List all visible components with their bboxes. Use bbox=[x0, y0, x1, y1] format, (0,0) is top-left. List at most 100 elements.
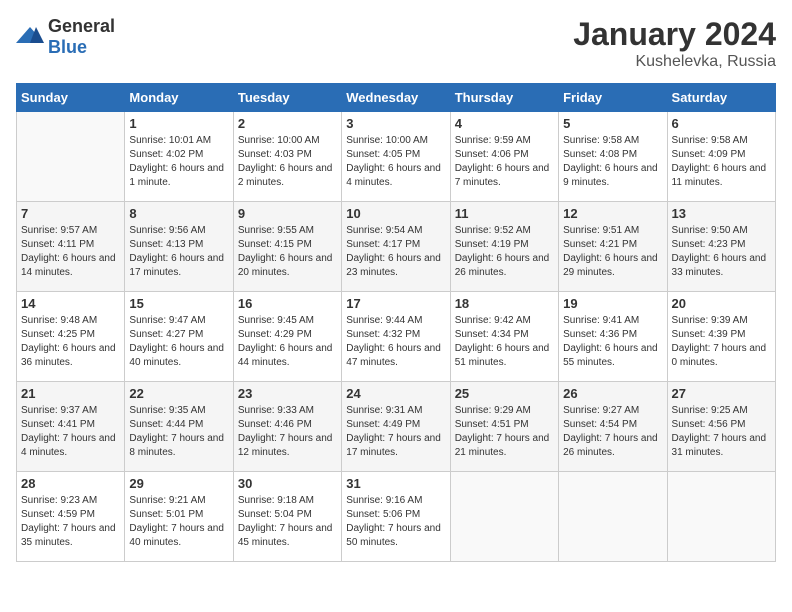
day-cell: 29 Sunrise: 9:21 AMSunset: 5:01 PMDayligh… bbox=[125, 472, 233, 562]
day-cell: 4 Sunrise: 9:59 AMSunset: 4:06 PMDaylight… bbox=[450, 112, 558, 202]
logo-icon bbox=[16, 25, 44, 45]
day-info: Sunrise: 9:51 AMSunset: 4:21 PMDaylight:… bbox=[563, 224, 662, 280]
weekday-header-sunday: Sunday bbox=[17, 84, 125, 112]
day-cell: 3 Sunrise: 10:00 AMSunset: 4:05 PMDayligh… bbox=[342, 112, 450, 202]
day-info: Sunrise: 9:21 AMSunset: 5:01 PMDaylight:… bbox=[129, 494, 228, 550]
day-info: Sunrise: 9:58 AMSunset: 4:08 PMDaylight:… bbox=[563, 134, 662, 190]
day-info: Sunrise: 9:31 AMSunset: 4:49 PMDaylight:… bbox=[346, 404, 445, 460]
day-info: Sunrise: 9:54 AMSunset: 4:17 PMDaylight:… bbox=[346, 224, 445, 280]
day-cell: 11 Sunrise: 9:52 AMSunset: 4:19 PMDayligh… bbox=[450, 202, 558, 292]
day-cell: 5 Sunrise: 9:58 AMSunset: 4:08 PMDaylight… bbox=[559, 112, 667, 202]
day-info: Sunrise: 9:42 AMSunset: 4:34 PMDaylight:… bbox=[455, 314, 554, 370]
day-cell: 8 Sunrise: 9:56 AMSunset: 4:13 PMDaylight… bbox=[125, 202, 233, 292]
day-cell: 1Sunrise: 10:01 AMSunset: 4:02 PMDayligh… bbox=[125, 112, 233, 202]
day-cell: 18 Sunrise: 9:42 AMSunset: 4:34 PMDayligh… bbox=[450, 292, 558, 382]
logo: General Blue bbox=[16, 16, 115, 58]
day-info: Sunrise: 9:48 AMSunset: 4:25 PMDaylight:… bbox=[21, 314, 120, 370]
weekday-header-thursday: Thursday bbox=[450, 84, 558, 112]
day-cell: 27 Sunrise: 9:25 AMSunset: 4:56 PMDayligh… bbox=[667, 382, 775, 472]
title-area: January 2024 Kushelevka, Russia bbox=[573, 16, 776, 71]
day-number: 6 bbox=[672, 116, 771, 131]
logo-blue: Blue bbox=[48, 37, 87, 57]
day-number: 29 bbox=[129, 476, 228, 491]
day-cell: 24 Sunrise: 9:31 AMSunset: 4:49 PMDayligh… bbox=[342, 382, 450, 472]
day-cell bbox=[559, 472, 667, 562]
day-info: Sunrise: 9:47 AMSunset: 4:27 PMDaylight:… bbox=[129, 314, 228, 370]
day-info: Sunrise: 9:23 AMSunset: 4:59 PMDaylight:… bbox=[21, 494, 120, 550]
day-cell: 21 Sunrise: 9:37 AMSunset: 4:41 PMDayligh… bbox=[17, 382, 125, 472]
day-cell: 23 Sunrise: 9:33 AMSunset: 4:46 PMDayligh… bbox=[233, 382, 341, 472]
location-title: Kushelevka, Russia bbox=[573, 53, 776, 71]
day-info: Sunrise: 9:27 AMSunset: 4:54 PMDaylight:… bbox=[563, 404, 662, 460]
day-info: Sunrise: 9:37 AMSunset: 4:41 PMDaylight:… bbox=[21, 404, 120, 460]
day-cell: 14 Sunrise: 9:48 AMSunset: 4:25 PMDayligh… bbox=[17, 292, 125, 382]
day-cell: 20 Sunrise: 9:39 AMSunset: 4:39 PMDayligh… bbox=[667, 292, 775, 382]
day-cell: 31Sunrise: 9:16 AMSunset: 5:06 PMDayligh… bbox=[342, 472, 450, 562]
day-cell: 16 Sunrise: 9:45 AMSunset: 4:29 PMDayligh… bbox=[233, 292, 341, 382]
day-info: Sunrise: 9:45 AMSunset: 4:29 PMDaylight:… bbox=[238, 314, 337, 370]
day-info: Sunrise: 9:39 AMSunset: 4:39 PMDaylight:… bbox=[672, 314, 771, 370]
day-info: Sunrise: 9:59 AMSunset: 4:06 PMDaylight:… bbox=[455, 134, 554, 190]
day-number: 30 bbox=[238, 476, 337, 491]
day-number: 7 bbox=[21, 206, 120, 221]
day-number: 12 bbox=[563, 206, 662, 221]
logo-general: General bbox=[48, 16, 115, 36]
day-number: 5 bbox=[563, 116, 662, 131]
day-info: Sunrise: 9:44 AMSunset: 4:32 PMDaylight:… bbox=[346, 314, 445, 370]
day-info: Sunrise: 10:00 AMSunset: 4:05 PMDaylight… bbox=[346, 134, 445, 190]
day-cell: 26Sunrise: 9:27 AMSunset: 4:54 PMDayligh… bbox=[559, 382, 667, 472]
week-row-5: 28 Sunrise: 9:23 AMSunset: 4:59 PMDayligh… bbox=[17, 472, 776, 562]
day-number: 20 bbox=[672, 296, 771, 311]
header: General Blue January 2024 Kushelevka, Ru… bbox=[16, 16, 776, 71]
day-number: 21 bbox=[21, 386, 120, 401]
day-cell bbox=[450, 472, 558, 562]
day-number: 19 bbox=[563, 296, 662, 311]
day-info: Sunrise: 10:00 AMSunset: 4:03 PMDaylight… bbox=[238, 134, 337, 190]
day-number: 3 bbox=[346, 116, 445, 131]
weekday-header-tuesday: Tuesday bbox=[233, 84, 341, 112]
day-cell: 25Sunrise: 9:29 AMSunset: 4:51 PMDayligh… bbox=[450, 382, 558, 472]
day-cell: 22Sunrise: 9:35 AMSunset: 4:44 PMDayligh… bbox=[125, 382, 233, 472]
day-cell: 15 Sunrise: 9:47 AMSunset: 4:27 PMDayligh… bbox=[125, 292, 233, 382]
day-number: 16 bbox=[238, 296, 337, 311]
day-number: 28 bbox=[21, 476, 120, 491]
day-number: 11 bbox=[455, 206, 554, 221]
day-cell: 30 Sunrise: 9:18 AMSunset: 5:04 PMDayligh… bbox=[233, 472, 341, 562]
day-number: 10 bbox=[346, 206, 445, 221]
day-cell: 6Sunrise: 9:58 AMSunset: 4:09 PMDaylight… bbox=[667, 112, 775, 202]
day-cell: 9Sunrise: 9:55 AMSunset: 4:15 PMDaylight… bbox=[233, 202, 341, 292]
day-number: 24 bbox=[346, 386, 445, 401]
day-number: 8 bbox=[129, 206, 228, 221]
weekday-header-saturday: Saturday bbox=[667, 84, 775, 112]
weekday-header-monday: Monday bbox=[125, 84, 233, 112]
day-info: Sunrise: 9:57 AMSunset: 4:11 PMDaylight:… bbox=[21, 224, 120, 280]
day-number: 25 bbox=[455, 386, 554, 401]
day-info: Sunrise: 9:41 AMSunset: 4:36 PMDaylight:… bbox=[563, 314, 662, 370]
day-info: Sunrise: 9:18 AMSunset: 5:04 PMDaylight:… bbox=[238, 494, 337, 550]
day-cell: 28 Sunrise: 9:23 AMSunset: 4:59 PMDayligh… bbox=[17, 472, 125, 562]
day-number: 23 bbox=[238, 386, 337, 401]
day-info: Sunrise: 9:25 AMSunset: 4:56 PMDaylight:… bbox=[672, 404, 771, 460]
day-info: Sunrise: 9:33 AMSunset: 4:46 PMDaylight:… bbox=[238, 404, 337, 460]
day-info: Sunrise: 9:52 AMSunset: 4:19 PMDaylight:… bbox=[455, 224, 554, 280]
calendar-table: SundayMondayTuesdayWednesdayThursdayFrid… bbox=[16, 83, 776, 562]
day-number: 18 bbox=[455, 296, 554, 311]
day-number: 22 bbox=[129, 386, 228, 401]
day-info: Sunrise: 9:55 AMSunset: 4:15 PMDaylight:… bbox=[238, 224, 337, 280]
day-cell: 10 Sunrise: 9:54 AMSunset: 4:17 PMDayligh… bbox=[342, 202, 450, 292]
day-number: 2 bbox=[238, 116, 337, 131]
day-number: 15 bbox=[129, 296, 228, 311]
day-number: 4 bbox=[455, 116, 554, 131]
day-number: 27 bbox=[672, 386, 771, 401]
day-info: Sunrise: 9:50 AMSunset: 4:23 PMDaylight:… bbox=[672, 224, 771, 280]
day-cell: 17 Sunrise: 9:44 AMSunset: 4:32 PMDayligh… bbox=[342, 292, 450, 382]
day-number: 14 bbox=[21, 296, 120, 311]
day-info: Sunrise: 9:56 AMSunset: 4:13 PMDaylight:… bbox=[129, 224, 228, 280]
day-cell bbox=[17, 112, 125, 202]
day-cell: 12 Sunrise: 9:51 AMSunset: 4:21 PMDayligh… bbox=[559, 202, 667, 292]
week-row-4: 21 Sunrise: 9:37 AMSunset: 4:41 PMDayligh… bbox=[17, 382, 776, 472]
day-number: 1 bbox=[129, 116, 228, 131]
weekday-header-friday: Friday bbox=[559, 84, 667, 112]
day-number: 13 bbox=[672, 206, 771, 221]
day-number: 17 bbox=[346, 296, 445, 311]
